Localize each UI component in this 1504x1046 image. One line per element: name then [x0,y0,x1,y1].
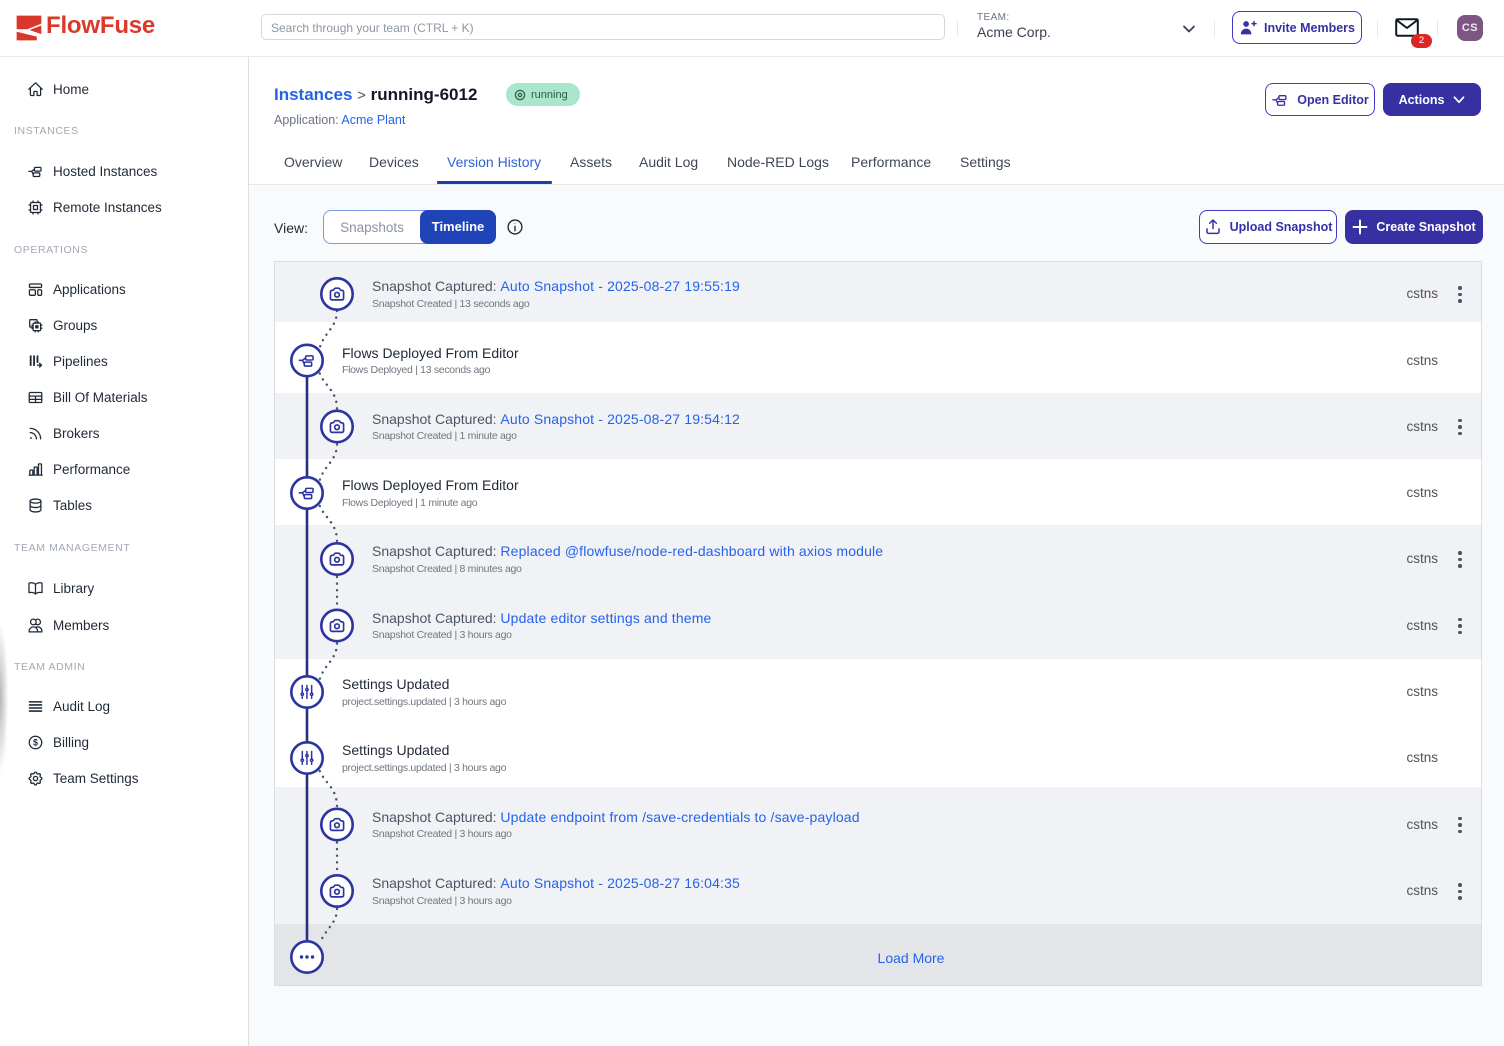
svg-text:$: $ [33,737,38,747]
